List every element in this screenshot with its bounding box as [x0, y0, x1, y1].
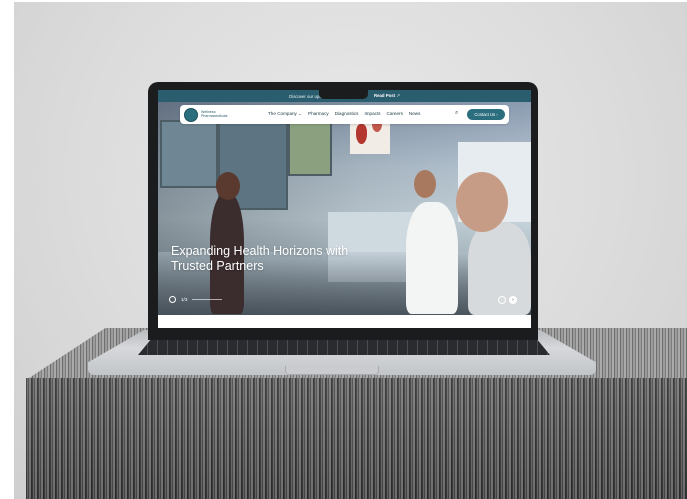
slide-counter: 1/3 — [169, 296, 223, 303]
laptop-keyboard — [138, 340, 550, 355]
read-post-link[interactable]: Read Post ↗ — [374, 93, 400, 99]
site-navbar: Wellness Pharmaceuticals The Company ⌄ P… — [180, 105, 509, 124]
contact-us-label[interactable]: Contact Us — [474, 112, 495, 117]
camera-notch — [319, 86, 368, 99]
main-menu: The Company ⌄ Pharmacy Diagnostics Impac… — [268, 111, 420, 117]
nav-item-diagnostics[interactable]: Diagnostics — [335, 111, 359, 117]
window-left — [160, 120, 218, 188]
nav-item-the-company[interactable]: The Company ⌄ — [268, 111, 302, 117]
hero-headline: Expanding Health Horizons with Trusted P… — [171, 244, 391, 274]
pedestal-front-surface — [26, 378, 687, 499]
read-post-label[interactable]: Read Post — [374, 93, 395, 98]
heart-illustration — [356, 124, 367, 144]
slide-counter-text: 1/3 — [181, 297, 188, 302]
nav-item-news[interactable]: News — [409, 111, 421, 117]
laptop-bezel-bottom — [148, 328, 538, 340]
pause-ring-icon[interactable] — [169, 296, 176, 303]
laptop-screen: Discover our upcoming ... together! Read… — [158, 90, 531, 328]
logo-emblem-icon — [184, 108, 198, 122]
logo-text: Wellness Pharmaceuticals — [201, 110, 228, 119]
nav-item-pharmacy[interactable]: Pharmacy — [308, 111, 329, 117]
chevron-left-icon[interactable]: ‹ — [498, 296, 506, 304]
customer-head — [216, 172, 240, 200]
chevron-down-icon: ⌄ — [298, 111, 302, 116]
elderly-customer-head — [456, 172, 508, 232]
arrow-right-icon: › — [495, 112, 498, 117]
logo-text-line2: Pharmaceuticals — [201, 114, 228, 118]
hero-banner — [158, 102, 531, 315]
hero-headline-line2: Trusted Partners — [171, 259, 264, 273]
nav-item-label[interactable]: The Company — [268, 111, 297, 116]
pharmacist-head — [414, 170, 436, 198]
slide-progress-bar — [192, 299, 223, 300]
contact-us-button[interactable]: Contact Us › — [467, 109, 505, 120]
hero-headline-line1: Expanding Health Horizons with — [171, 244, 349, 258]
laptop-trackpad-lip — [285, 366, 379, 375]
nav-item-careers[interactable]: Careers — [387, 111, 403, 117]
search-icon[interactable]: ⌕ — [455, 110, 458, 117]
pharmacist-figure — [406, 202, 458, 314]
nav-item-impacts[interactable]: Impacts — [364, 111, 380, 117]
chevron-right-icon[interactable]: › — [509, 296, 517, 304]
page-content-start — [158, 315, 531, 328]
arrow-up-right-icon: ↗ — [396, 93, 400, 98]
site-logo[interactable]: Wellness Pharmaceuticals — [184, 108, 228, 122]
